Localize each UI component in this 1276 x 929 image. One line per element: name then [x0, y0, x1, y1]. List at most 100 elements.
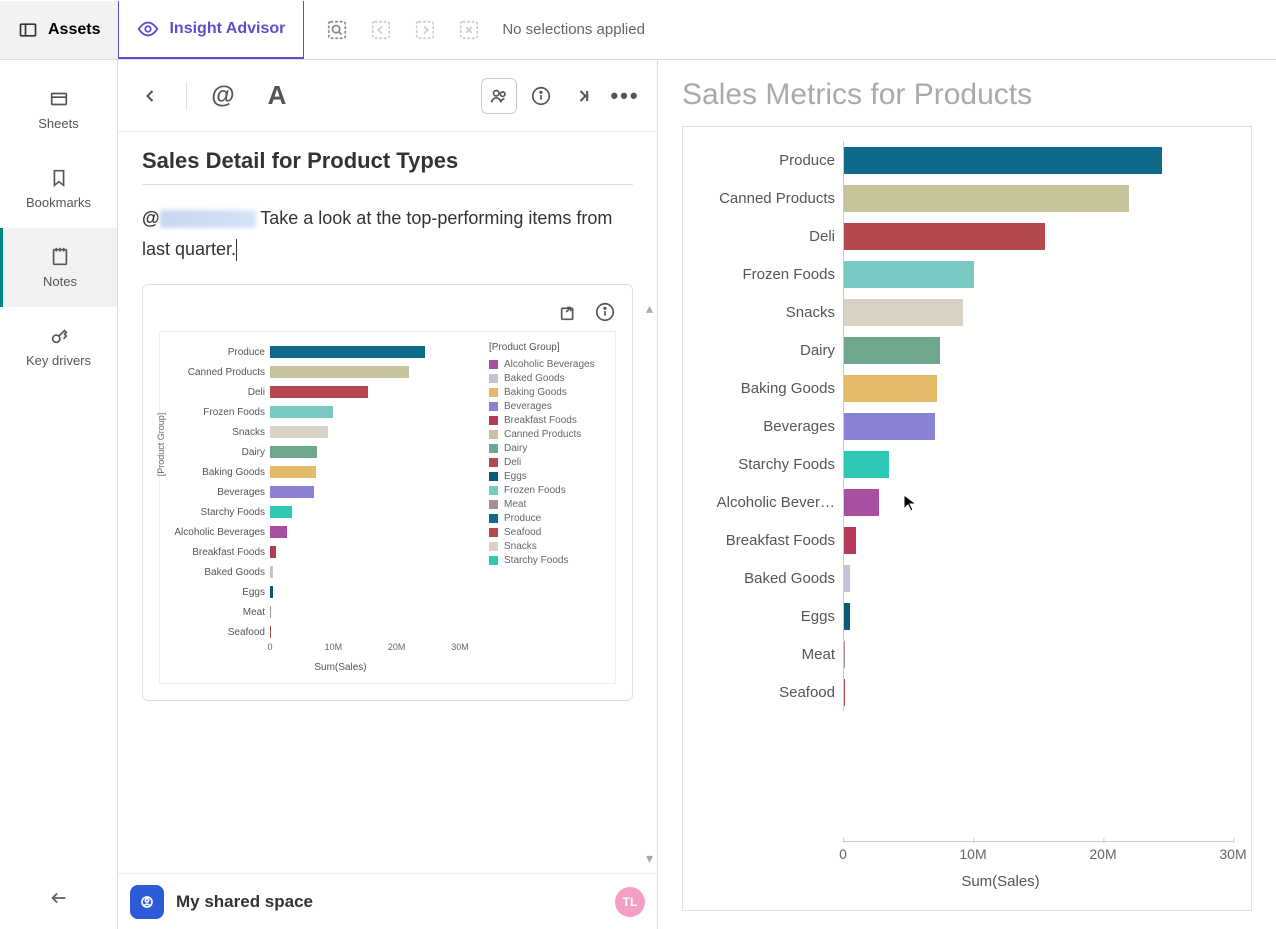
sidebar-collapse-button[interactable]	[0, 877, 117, 919]
chart-bar	[844, 641, 845, 668]
small-bar	[270, 366, 409, 378]
space-name[interactable]: My shared space	[176, 892, 313, 912]
chart-bar	[844, 185, 1129, 212]
note-body[interactable]: @ Take a look at the top-performing item…	[142, 203, 633, 264]
mention-button[interactable]: @	[205, 78, 241, 114]
chart-category-label: Produce	[693, 152, 843, 169]
sidebar-item-bookmarks[interactable]: Bookmarks	[0, 149, 117, 228]
sidebar-item-notes[interactable]: Notes	[0, 228, 117, 307]
more-button[interactable]: •••	[607, 78, 643, 114]
text-format-button[interactable]: A	[259, 78, 295, 114]
insight-advisor-button[interactable]: Insight Advisor	[118, 1, 304, 59]
text-cursor	[236, 239, 237, 261]
chart-row[interactable]: Dairy	[693, 331, 1233, 369]
sidebar-item-keydrivers[interactable]: Key drivers	[0, 307, 117, 386]
chart-bar	[844, 679, 845, 706]
legend-item: Produce	[489, 513, 605, 524]
clear-selections-icon	[458, 19, 480, 41]
sidebar-item-sheets[interactable]: Sheets	[0, 70, 117, 149]
legend-item: Frozen Foods	[489, 485, 605, 496]
legend-item: Deli	[489, 457, 605, 468]
legend-item: Eggs	[489, 471, 605, 482]
space-glyph-icon	[137, 892, 157, 912]
legend-item: Alcoholic Beverages	[489, 359, 605, 370]
chart-row[interactable]: Eggs	[693, 597, 1233, 635]
assets-label: Assets	[48, 21, 100, 39]
smart-search-icon[interactable]	[326, 19, 348, 41]
eye-icon	[137, 18, 159, 40]
chevron-left-icon	[140, 86, 160, 106]
chart-row[interactable]: Meat	[693, 635, 1233, 673]
small-bar	[270, 466, 316, 478]
chart-bar	[844, 147, 1162, 174]
users-icon	[488, 85, 510, 107]
collapse-icon	[48, 887, 70, 909]
chart-row[interactable]: Breakfast Foods	[693, 521, 1233, 559]
chart-category-label: Starchy Foods	[693, 456, 843, 473]
chart-row[interactable]: Seafood	[693, 673, 1233, 711]
info-button[interactable]	[523, 78, 559, 114]
step-forward-icon	[414, 19, 436, 41]
chart-row[interactable]: Produce	[693, 141, 1233, 179]
back-button[interactable]	[132, 78, 168, 114]
space-icon[interactable]	[130, 885, 164, 919]
chart-category-label: Frozen Foods	[693, 266, 843, 283]
key-drivers-icon	[48, 325, 70, 347]
small-bar	[270, 546, 276, 558]
chart-bar	[844, 489, 879, 516]
chart-bar	[844, 413, 935, 440]
panel-icon	[18, 20, 38, 40]
main-chart-xlabel: Sum(Sales)	[768, 873, 1233, 890]
legend-item: Canned Products	[489, 429, 605, 440]
axis-tick: 0	[839, 846, 847, 862]
small-bar	[270, 566, 273, 578]
legend-item: Seafood	[489, 527, 605, 538]
legend-item: Baking Goods	[489, 387, 605, 398]
chart-category-label: Deli	[693, 228, 843, 245]
right-pane-title: Sales Metrics for Products	[682, 78, 1252, 112]
chart-row[interactable]: Baking Goods	[693, 369, 1233, 407]
chart-row[interactable]: Deli	[693, 217, 1233, 255]
small-bar	[270, 346, 425, 358]
chart-row[interactable]: Beverages	[693, 407, 1233, 445]
notes-icon	[49, 246, 71, 268]
small-chart-legend: [Product Group] Alcoholic BeveragesBaked…	[479, 342, 605, 673]
assets-button[interactable]: Assets	[0, 1, 119, 59]
share-users-button[interactable]	[481, 78, 517, 114]
chart-row[interactable]: Alcoholic Bever…	[693, 483, 1233, 521]
sidebar-label-keydrivers: Key drivers	[26, 353, 91, 368]
chart-category-label: Canned Products	[693, 190, 843, 207]
chart-row[interactable]: Snacks	[693, 293, 1233, 331]
chart-category-label: Baking Goods	[693, 380, 843, 397]
share-icon[interactable]	[558, 301, 580, 323]
chart-row[interactable]: Frozen Foods	[693, 255, 1233, 293]
snapshot-info-icon[interactable]	[594, 301, 616, 323]
note-title[interactable]: Sales Detail for Product Types	[142, 148, 633, 185]
chart-row[interactable]: Starchy Foods	[693, 445, 1233, 483]
chart-row[interactable]: Canned Products	[693, 179, 1233, 217]
user-avatar[interactable]: TL	[615, 887, 645, 917]
chart-bar	[844, 299, 963, 326]
small-bar	[270, 486, 314, 498]
chart-bar	[844, 603, 850, 630]
small-bar	[270, 446, 317, 458]
small-bar	[270, 526, 287, 538]
bookmark-icon	[48, 167, 70, 189]
expand-button[interactable]	[565, 78, 601, 114]
legend-item: Dairy	[489, 443, 605, 454]
small-chart-ylabel: [Product Group]	[156, 412, 166, 476]
chart-category-label: Baked Goods	[693, 570, 843, 587]
insight-label: Insight Advisor	[169, 20, 285, 38]
chart-category-label: Alcoholic Bever…	[693, 494, 843, 511]
sidebar-label-sheets: Sheets	[38, 116, 78, 131]
chart-row[interactable]: Baked Goods	[693, 559, 1233, 597]
chart-bar	[844, 261, 974, 288]
chart-bar	[844, 565, 850, 592]
chart-snapshot[interactable]: [Product Group] Produce Canned Products De…	[142, 284, 633, 701]
main-chart[interactable]: Produce Canned Products Deli Frozen Foods Sn…	[682, 126, 1252, 911]
no-selections-label: No selections applied	[502, 21, 645, 38]
legend-item: Baked Goods	[489, 373, 605, 384]
scroll-down-indicator: ▾	[646, 850, 653, 867]
expand-right-icon	[573, 86, 593, 106]
mention-at: @	[142, 208, 160, 228]
